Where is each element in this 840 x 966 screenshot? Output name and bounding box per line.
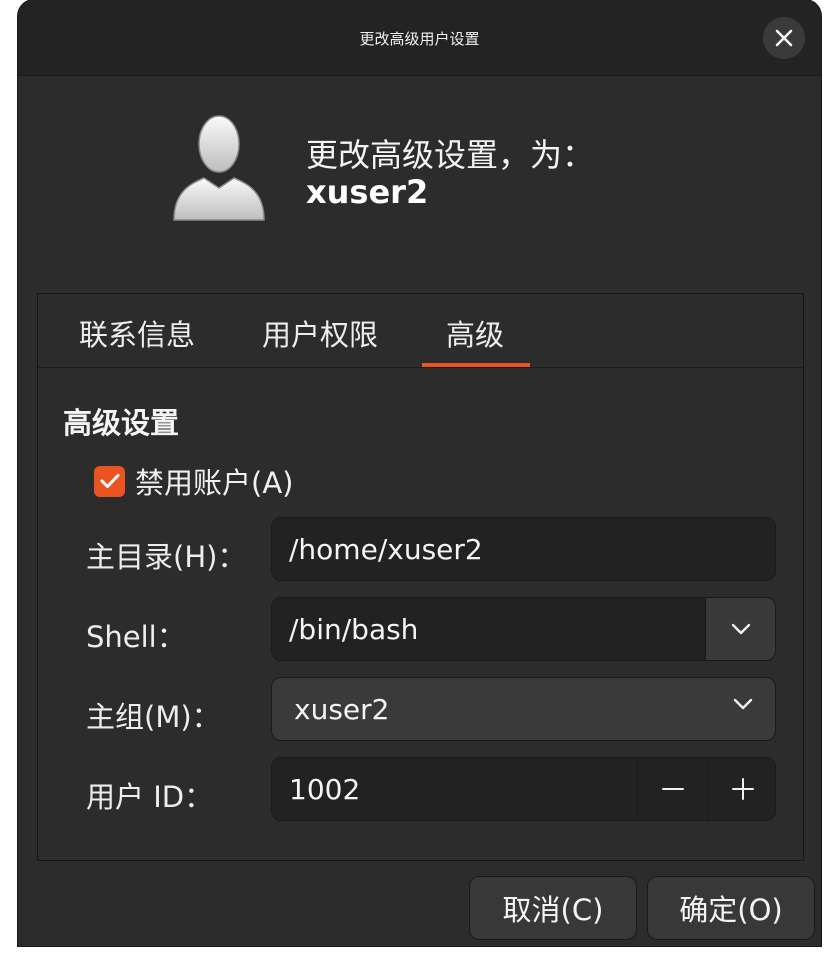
home-dir-value: /home/xuser2 (289, 533, 483, 566)
settings-notebook: 联系信息 用户权限 高级 高级设置 禁用账户(A) 主目录(H)： /home/… (37, 293, 804, 861)
user-id-spinbutton[interactable]: 1002 (271, 757, 776, 821)
tab-user-privileges[interactable]: 用户权限 (262, 312, 378, 354)
disable-account-checkbox[interactable] (94, 465, 125, 497)
tab-advanced[interactable]: 高级 (446, 312, 504, 354)
ok-button[interactable]: 确定(O) (647, 876, 815, 940)
disable-account-label: 禁用账户(A) (135, 466, 294, 500)
shell-value: /bin/bash (289, 613, 419, 646)
user-avatar-icon (173, 115, 265, 221)
shell-dropdown-button[interactable] (705, 598, 775, 660)
home-dir-label: 主目录(H)： (86, 540, 247, 574)
main-group-dropdown[interactable]: xuser2 (271, 677, 776, 741)
minus-icon (662, 788, 684, 790)
chevron-down-icon (731, 623, 750, 635)
tab-bar: 联系信息 用户权限 高级 (38, 294, 803, 368)
shell-label: Shell： (86, 620, 186, 654)
user-id-label: 用户 ID： (86, 780, 214, 814)
tab-contact-info[interactable]: 联系信息 (79, 312, 195, 354)
close-icon (775, 29, 793, 47)
window-title: 更改高级用户设置 (359, 30, 480, 48)
active-tab-indicator (422, 363, 530, 367)
increment-button[interactable] (707, 758, 778, 820)
close-button[interactable] (763, 17, 805, 59)
cancel-button[interactable]: 取消(C) (469, 876, 637, 940)
titlebar[interactable]: 更改高级用户设置 (18, 0, 821, 76)
main-group-value: xuser2 (294, 693, 390, 726)
user-id-value[interactable]: 1002 (289, 773, 360, 806)
main-group-label: 主组(M)： (86, 700, 221, 734)
checkmark-icon (100, 474, 119, 488)
shell-combo-entry[interactable]: /bin/bash (271, 597, 776, 661)
section-title: 高级设置 (63, 406, 180, 440)
decrement-button[interactable] (637, 758, 708, 820)
chevron-down-icon (733, 698, 753, 710)
home-dir-input[interactable]: /home/xuser2 (271, 517, 776, 581)
header-username: xuser2 (306, 173, 429, 211)
header-caption: 更改高级设置，为： (306, 136, 595, 174)
plus-icon (732, 778, 754, 800)
disable-account-row[interactable]: 禁用账户(A) (94, 460, 293, 502)
